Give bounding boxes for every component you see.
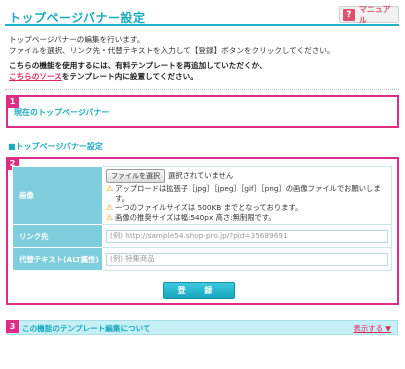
notice-line-2: をテンプレート内に設置してください。 (61, 72, 198, 81)
link-url-input[interactable]: (例) http://sample54.shop-pro.jp/?pid=356… (106, 229, 388, 243)
register-button[interactable]: 登 録 (163, 282, 235, 299)
section-3-number: 3 (6, 320, 19, 333)
image-label: 画像 (12, 166, 103, 225)
intro-text: トップページバナーの編集を行います。 ファイルを選択、リンク先・代替テキストを入… (9, 34, 335, 56)
header-bar: トップページバナー設定 ? マニュアル (5, 4, 399, 26)
note-recommended-size: 画像の推奨サイズは幅:540px 高さ:無制限です。 (115, 212, 276, 222)
alt-text-label: 代替テキスト(ALT属性) (12, 247, 103, 271)
current-banner-label[interactable]: 現在のトップページバナー (14, 107, 109, 118)
template-edit-label: この機能のテンプレート編集について (22, 324, 151, 333)
show-toggle-link[interactable]: 表示する ▼ (353, 323, 391, 334)
help-icon: ? (343, 8, 355, 21)
page-title: トップページバナー設定 (9, 11, 146, 25)
intro-line-2: ファイルを選択、リンク先・代替テキストを入力して【登録】ボタンをクリックしてくだ… (9, 46, 335, 55)
warning-icon: ⚠ (106, 212, 114, 222)
notice-text: こちらの機能を使用するには、有料テンプレートを再追加していただくか、 こちらのソ… (9, 60, 267, 82)
divider (5, 89, 399, 90)
manual-button[interactable]: ? マニュアル (339, 4, 399, 25)
intro-line-1: トップページバナーの編集を行います。 (9, 35, 145, 44)
warning-icon: ⚠ (106, 184, 114, 193)
manual-label: マニュアル (358, 4, 391, 25)
warning-icon: ⚠ (106, 203, 114, 212)
link-label: リンク先 (12, 224, 103, 248)
file-status: 選択されていません (168, 171, 234, 180)
source-link[interactable]: こちらのソース (9, 72, 62, 81)
choose-file-button[interactable]: ファイルを選択 (106, 169, 165, 183)
note-filesize: 一つのファイルサイズは 500KB までとなっております。 (115, 203, 303, 212)
note-extensions: アップロードは拡張子［jpg］［jpeg］［gif］［png］の画像ファイルでお… (115, 184, 381, 203)
notice-line-1: こちらの機能を使用するには、有料テンプレートを再追加していただくか、 (9, 61, 267, 70)
banner-settings-heading: ■トップページバナー設定 (8, 142, 103, 151)
banner-form: 画像 ファイルを選択 選択されていません ⚠ アップロードは拡張子［jpg］［jp… (12, 166, 392, 271)
alt-text-input[interactable]: (例) 特集商品 (106, 252, 388, 266)
